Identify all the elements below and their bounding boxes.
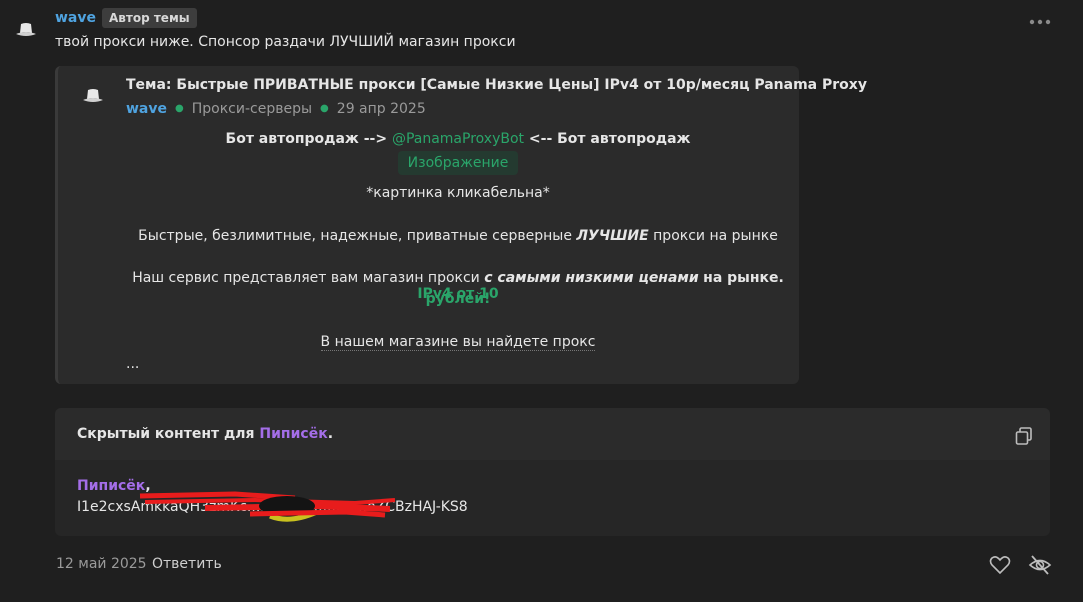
bot-line: Бот автопродаж --> @PanamaProxyBot <-- Б… bbox=[118, 131, 798, 147]
quote-meta: wave ● Прокси-серверы ● 29 апр 2025 bbox=[126, 101, 426, 117]
more-dots-icon[interactable] bbox=[1028, 14, 1052, 30]
quote-forum[interactable]: Прокси-серверы bbox=[192, 101, 312, 117]
hidden-recipient-name[interactable]: Пиписёк bbox=[77, 478, 145, 494]
meta-dot: ● bbox=[175, 103, 184, 114]
hidden-recipient-suffix: , bbox=[145, 478, 151, 494]
post-date: 12 май 2025 bbox=[56, 556, 147, 572]
promo-price-cont: рублей! bbox=[425, 291, 491, 307]
reply-button[interactable]: Ответить bbox=[152, 556, 222, 572]
eye-off-icon[interactable] bbox=[1028, 553, 1052, 577]
quote-title[interactable]: Тема: Быстрые ПРИВАТНЫЕ прокси [Самые Ни… bbox=[126, 77, 867, 93]
bot-link[interactable]: @PanamaProxyBot bbox=[392, 131, 524, 147]
bot-suffix: <-- Бот автопродаж bbox=[528, 131, 691, 147]
meta-dot: ● bbox=[320, 103, 329, 114]
hidden-title: Скрытый контент для Пиписёк. bbox=[77, 426, 333, 442]
username[interactable]: wave bbox=[55, 10, 96, 26]
hidden-group[interactable]: Пиписёк bbox=[259, 426, 327, 442]
clickable-note: *картинка кликабельна* bbox=[366, 185, 550, 201]
image-button[interactable]: Изображение bbox=[397, 151, 519, 175]
promo-text: прокси на рынке bbox=[653, 228, 778, 244]
image-line: Изображение bbox=[118, 151, 798, 175]
copy-icon[interactable] bbox=[1014, 426, 1034, 446]
hidden-code: I1e2cxsAmkkaQH3zmKc.....................… bbox=[77, 499, 468, 515]
hidden-title-suffix: . bbox=[327, 426, 334, 442]
hidden-header: Скрытый контент для Пиписёк. bbox=[55, 408, 1050, 460]
promo-text: Быстрые, безлимитные, надежные, приватны… bbox=[138, 228, 572, 244]
avatar[interactable] bbox=[15, 22, 37, 38]
promo-line-1: Быстрые, безлимитные, надежные, приватны… bbox=[118, 228, 798, 244]
promo-text: В нашем магазине вы найдете прокс bbox=[320, 334, 596, 351]
quote-ellipsis: ... bbox=[126, 356, 140, 372]
quote-date: 29 апр 2025 bbox=[336, 101, 426, 117]
promo-line-3: В нашем магазине вы найдете прокс bbox=[118, 334, 798, 351]
promo-text: Наш сервис представляет вам магазин прок… bbox=[132, 270, 480, 286]
bot-prefix: Бот автопродаж --> bbox=[225, 131, 388, 147]
author-badge: Автор темы bbox=[102, 8, 197, 28]
promo-emphasis: ЛУЧШИЕ bbox=[576, 228, 649, 244]
quote-author[interactable]: wave bbox=[126, 101, 167, 117]
promo-emphasis: с самыми низкими ценами bbox=[484, 270, 699, 286]
quote-avatar[interactable] bbox=[82, 88, 104, 104]
promo-bold: на рынке. bbox=[703, 270, 784, 286]
heart-icon[interactable] bbox=[989, 555, 1011, 575]
hidden-recipient: Пиписёк, bbox=[77, 478, 151, 494]
quoted-topic[interactable]: Тема: Быстрые ПРИВАТНЫЕ прокси [Самые Ни… bbox=[55, 66, 867, 384]
message-text: твой прокси ниже. Спонсор раздачи ЛУЧШИЙ… bbox=[55, 34, 516, 50]
hidden-content: Скрытый контент для Пиписёк. Пиписёк, I1… bbox=[55, 408, 1050, 536]
hidden-title-prefix: Скрытый контент для bbox=[77, 426, 255, 442]
